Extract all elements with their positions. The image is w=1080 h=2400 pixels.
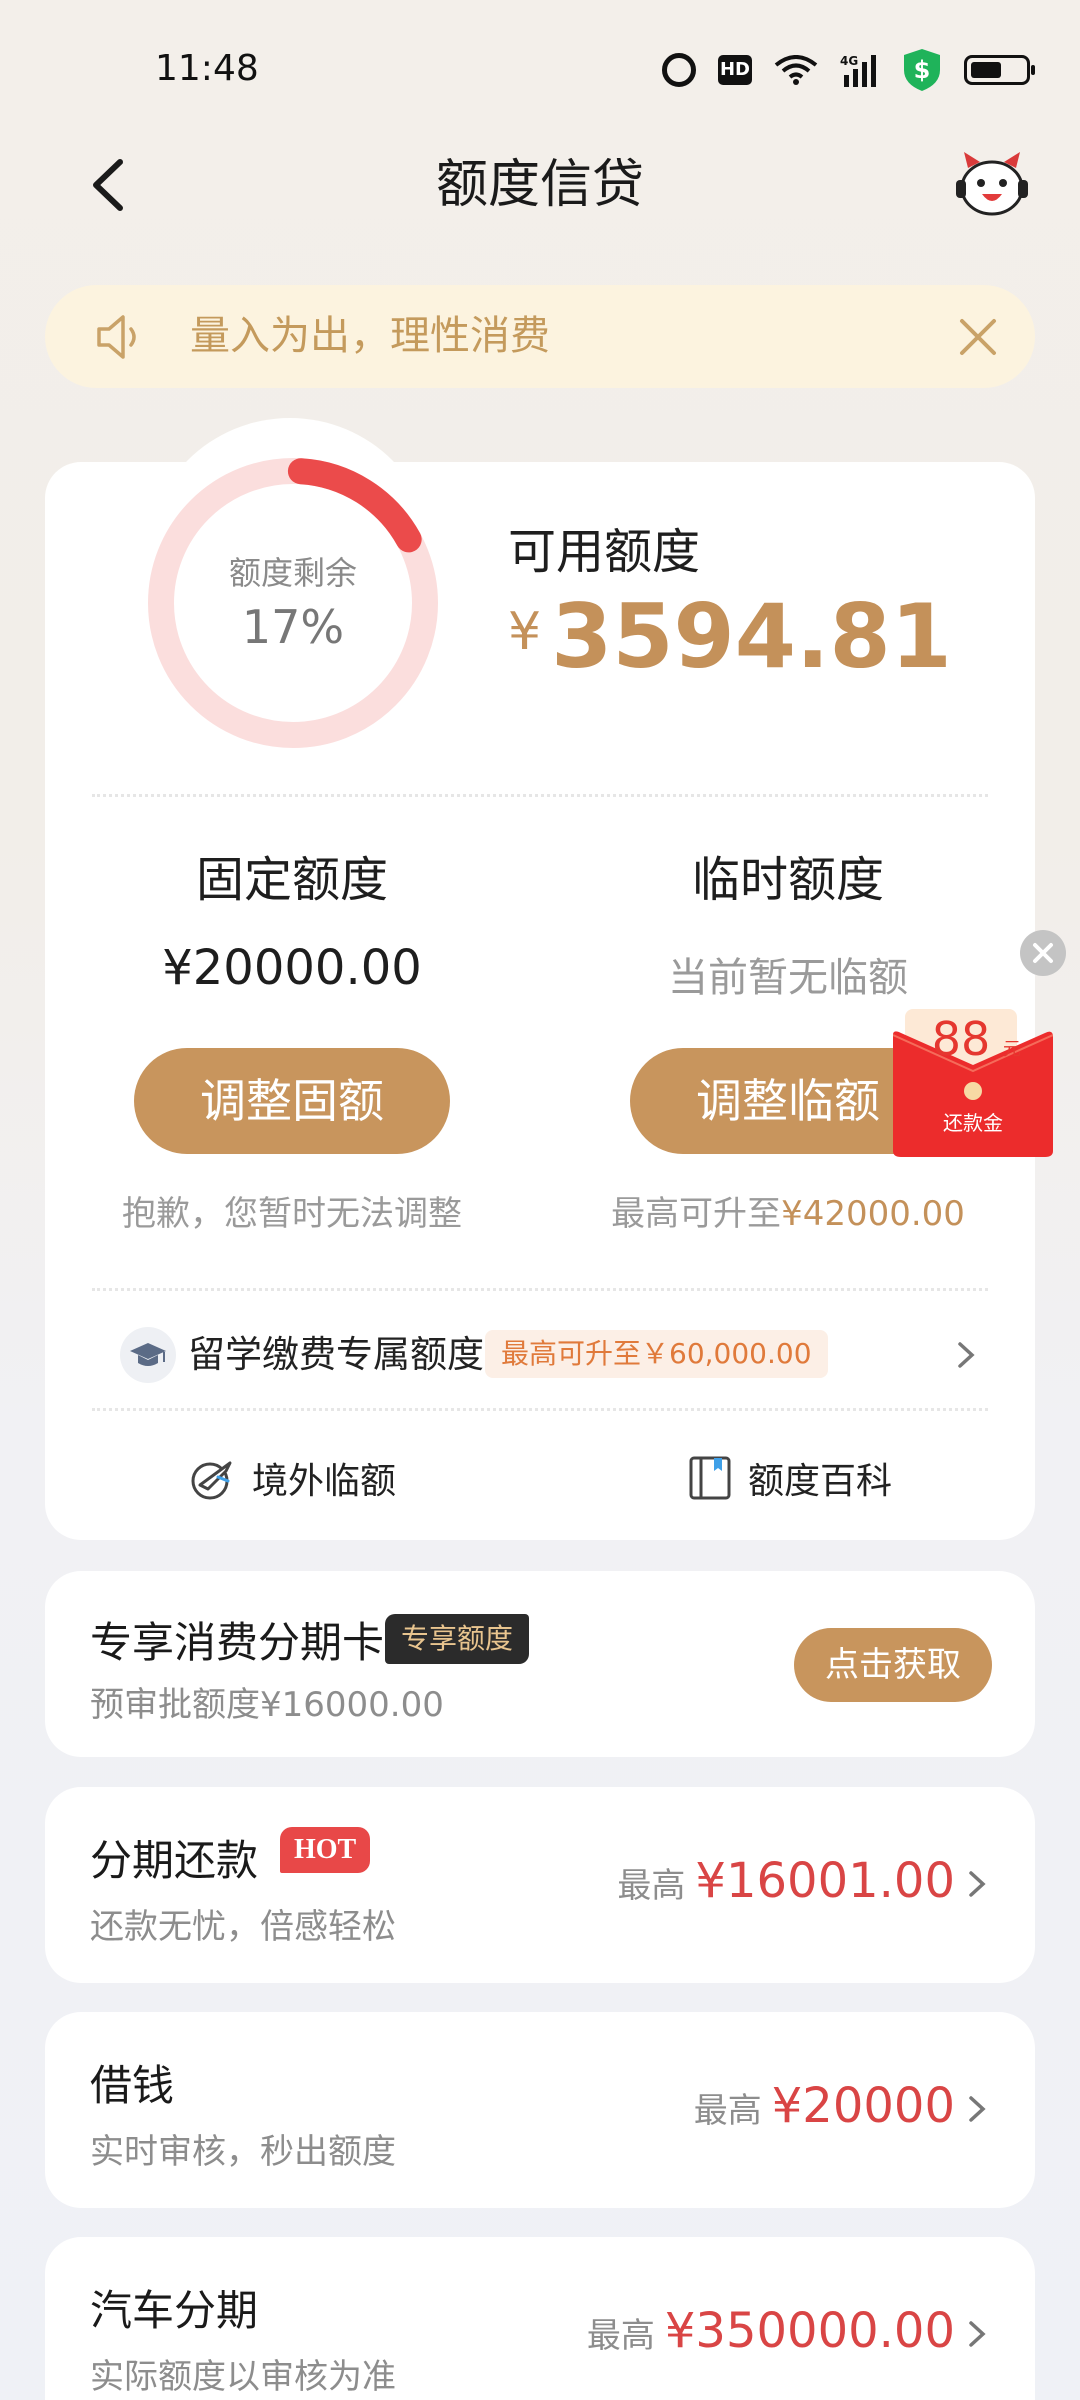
max-label: 最高 [617, 1866, 686, 1906]
mascot-avatar-icon [956, 152, 1028, 216]
credit-encyclopedia-link[interactable]: 额度百科 [688, 1450, 892, 1506]
max-amount: 最高 ¥20000 [694, 2078, 955, 2134]
alarm-icon [662, 53, 696, 87]
card-title: 专享消费分期卡 [90, 1618, 385, 1667]
overseas-temporary-link[interactable]: 境外临额 [190, 1450, 396, 1506]
card-title: 借钱 [90, 2061, 175, 2110]
signal-4g-icon: 4G [840, 53, 880, 87]
study-abroad-text: 留学缴费专属额度 [188, 1333, 484, 1376]
card-subtitle: 预审批额度¥16000.00 [90, 1685, 444, 1725]
credit-encyclopedia-label: 额度百科 [748, 1461, 893, 1502]
temporary-note-value: ¥42000.00 [781, 1194, 965, 1234]
temporary-note: 最高可升至¥42000.00 [538, 1186, 1038, 1235]
temporary-value: 当前暂无临额 [668, 955, 908, 1001]
remaining-ring-arc [287, 458, 422, 553]
graduation-cap-icon [120, 1327, 176, 1383]
ring-percent: 17% [241, 600, 345, 654]
study-abroad-credit-row[interactable]: 留学缴费专属额度 最高可升至￥60,000.00 [120, 1318, 980, 1392]
car-installment-card[interactable]: 汽车分期 实际额度以审核为准 最高 ¥350000.00 [45, 2237, 1035, 2400]
svg-text:$: $ [914, 56, 931, 84]
hd-icon: HD [718, 55, 752, 85]
max-label: 最高 [693, 2091, 762, 2131]
coupon-label: 还款金 [943, 1111, 1003, 1135]
chevron-right-icon [969, 1871, 986, 1897]
card-subtitle: 实时审核，秒出额度 [90, 2132, 396, 2172]
borrow-money-card[interactable]: 借钱 实时审核，秒出额度 最高 ¥20000 [45, 2012, 1035, 2208]
study-abroad-badge: 最高可升至￥60,000.00 [485, 1330, 828, 1378]
ring-label: 额度剩余 [228, 554, 357, 592]
mascot-avatar-button[interactable] [954, 150, 1030, 220]
svg-text:4G: 4G [840, 54, 858, 68]
available-amount-value: 3594.81 [551, 585, 952, 688]
status-time: 11:48 [155, 48, 259, 89]
max-value: ¥350000.00 [664, 2303, 955, 2359]
chevron-right-icon [969, 2321, 986, 2347]
book-icon [689, 1456, 731, 1500]
coupon-unit: 元 [1003, 1039, 1021, 1060]
exclusive-installment-card[interactable]: 专享消费分期卡 专享额度 预审批额度¥16000.00 点击获取 [45, 1571, 1035, 1757]
card-subtitle: 还款无忧，倍感轻松 [90, 1907, 396, 1947]
max-amount: 最高 ¥350000.00 [587, 2303, 955, 2359]
notice-text: 量入为出，理性消费 [190, 313, 550, 359]
coupon-close-button[interactable] [1020, 930, 1066, 976]
fixed-value: ¥20000.00 [162, 940, 422, 996]
available-label: 可用额度 [508, 524, 701, 580]
speaker-icon [97, 315, 136, 359]
max-value: ¥16001.00 [695, 1853, 955, 1909]
card-title: 分期还款 [90, 1836, 259, 1885]
exclusive-quota-tag: 专享额度 [385, 1614, 530, 1664]
hot-tag: HOT [280, 1827, 371, 1873]
security-shield-icon: $ [902, 48, 942, 92]
overseas-temporary-label: 境外临额 [252, 1461, 397, 1502]
chevron-right-icon [958, 1342, 975, 1368]
status-bar: 11:48 HD 4G $ [0, 0, 1080, 140]
repayment-coupon[interactable]: 88 元 还款金 [892, 1005, 1054, 1160]
divider [92, 794, 988, 797]
temporary-title: 临时额度 [691, 852, 884, 908]
max-label: 最高 [586, 2316, 655, 2356]
max-value: ¥20000 [771, 2078, 955, 2134]
temporary-note-prefix: 最高可升至 [611, 1194, 782, 1234]
divider [92, 1408, 988, 1411]
page-title: 额度信贷 [435, 155, 644, 215]
card-subtitle: 实际额度以审核为准 [90, 2357, 396, 2397]
currency-symbol: ¥ [508, 602, 542, 662]
close-icon[interactable] [956, 315, 1000, 359]
installment-repayment-card[interactable]: 分期还款 HOT 还款无忧，倍感轻松 最高 ¥16001.00 [45, 1787, 1035, 1983]
get-card-button[interactable]: 点击获取 [794, 1628, 992, 1702]
max-amount: 最高 ¥16001.00 [617, 1853, 955, 1909]
chevron-right-icon [969, 2096, 986, 2122]
close-icon [1033, 943, 1053, 963]
fixed-title: 固定额度 [195, 852, 388, 908]
battery-icon [964, 55, 1035, 85]
red-envelope-icon: 88 元 还款金 [892, 1009, 1054, 1157]
wifi-icon [774, 55, 818, 85]
coupon-amount: 88 [932, 1012, 991, 1066]
status-icons: HD 4G $ [662, 48, 1035, 92]
airplane-globe-icon [191, 1461, 232, 1500]
divider [92, 1288, 988, 1291]
adjust-fixed-button[interactable]: 调整固额 [134, 1048, 450, 1154]
available-amount: ¥3594.81 [508, 585, 952, 688]
fixed-note: 抱歉，您暂时无法调整 [122, 1194, 462, 1234]
card-title: 汽车分期 [90, 2286, 259, 2335]
notice-banner: 量入为出，理性消费 [45, 285, 1035, 388]
